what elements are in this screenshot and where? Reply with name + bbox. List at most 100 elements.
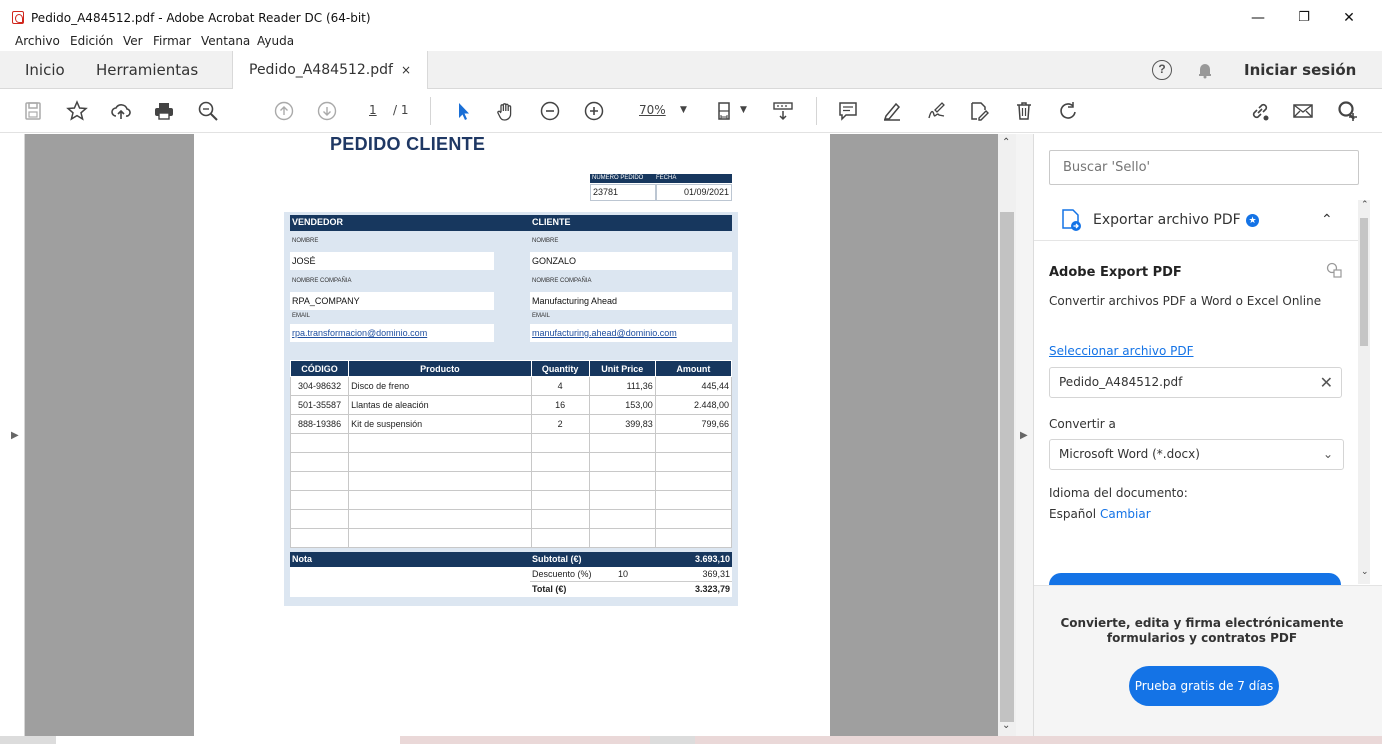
rotate-icon[interactable] xyxy=(1056,99,1080,123)
item-quantity: 2 xyxy=(530,414,590,434)
scroll-down-icon[interactable]: ⌄ xyxy=(1002,720,1010,731)
menu-ver[interactable]: Ver xyxy=(123,34,143,48)
page-up-icon[interactable] xyxy=(272,99,296,123)
add-user-icon[interactable] xyxy=(1335,99,1359,123)
format-select[interactable]: Microsoft Word (*.docx) ⌄ xyxy=(1049,439,1344,470)
menu-firmar[interactable]: Firmar xyxy=(153,34,191,48)
client-name-value: GONZALO xyxy=(530,252,732,270)
free-trial-button[interactable]: Prueba gratis de 7 días xyxy=(1129,666,1279,706)
fit-page-icon[interactable] xyxy=(715,99,739,123)
search-stamp-input[interactable] xyxy=(1049,150,1359,185)
menu-edicion[interactable]: Edición xyxy=(70,34,113,48)
item-amount xyxy=(654,490,733,510)
save-icon[interactable] xyxy=(21,99,45,123)
item-unit-price xyxy=(588,452,656,472)
select-pdf-link[interactable]: Seleccionar archivo PDF xyxy=(1049,344,1194,358)
rp-scroll-up-icon[interactable]: ⌃ xyxy=(1361,199,1369,210)
menu-ventana[interactable]: Ventana xyxy=(201,34,250,48)
scroll-mode-icon[interactable] xyxy=(771,99,795,123)
document-scrollbar[interactable]: ⌃ ⌄ xyxy=(998,134,1016,736)
comment-icon[interactable] xyxy=(836,99,860,123)
discount-label: Descuento (%) xyxy=(532,569,592,579)
client-email-link[interactable]: manufacturing.ahead@dominio.com xyxy=(530,324,732,342)
tab-inicio[interactable]: Inicio xyxy=(25,51,65,89)
fill-sign-icon[interactable] xyxy=(967,99,991,123)
scrollbar-thumb[interactable] xyxy=(1000,212,1014,722)
item-quantity xyxy=(530,452,590,472)
close-tab-icon[interactable]: × xyxy=(401,63,411,77)
collapse-chevron-icon[interactable]: ⌃ xyxy=(1321,211,1333,228)
rp-scroll-down-icon[interactable]: ⌄ xyxy=(1361,566,1369,577)
item-amount: 799,66 xyxy=(654,414,733,434)
item-quantity xyxy=(530,490,590,510)
change-language-link[interactable]: Cambiar xyxy=(1100,507,1151,521)
remove-file-icon[interactable]: ✕ xyxy=(1320,368,1333,397)
tab-document[interactable]: Pedido_A484512.pdf × xyxy=(232,51,429,90)
order-number-label: NÚMERO PEDIDO xyxy=(592,175,644,181)
left-panel-toggle-strip[interactable]: ▶ xyxy=(0,134,25,736)
subtotal-row: Subtotal (€) 3.693,10 xyxy=(530,552,732,567)
zoom-out-icon[interactable] xyxy=(538,99,562,123)
collapse-right-panel-icon[interactable]: ▶ xyxy=(1020,430,1028,441)
vendor-email-link[interactable]: rpa.transformacion@dominio.com xyxy=(290,324,494,342)
right-panel-scrollbar-thumb[interactable] xyxy=(1360,218,1368,346)
vendor-email-label: EMAIL xyxy=(292,313,311,319)
cloud-info-icon[interactable] xyxy=(1326,262,1342,283)
highlight-pen-icon[interactable] xyxy=(880,99,904,123)
expand-left-panel-icon[interactable]: ▶ xyxy=(11,430,19,441)
bookmark-star-icon[interactable] xyxy=(65,99,89,123)
minimize-button[interactable]: — xyxy=(1243,6,1273,30)
table-row xyxy=(289,452,733,472)
sign-icon[interactable] xyxy=(924,99,948,123)
subtotal-label: Subtotal (€) xyxy=(532,554,582,564)
convert-button-partial[interactable] xyxy=(1049,573,1341,585)
selected-file-field[interactable]: Pedido_A484512.pdf ✕ xyxy=(1049,367,1342,398)
item-unit-price xyxy=(588,490,656,510)
item-amount xyxy=(654,528,733,548)
close-button[interactable]: ✕ xyxy=(1334,6,1364,30)
items-table: CÓDIGO Producto Quantity Unit Price Amou… xyxy=(289,360,733,548)
delete-trash-icon[interactable] xyxy=(1012,99,1036,123)
signin-button[interactable]: Iniciar sesión xyxy=(1244,51,1356,89)
total-label: Total (€) xyxy=(532,584,567,594)
item-code xyxy=(289,528,350,548)
table-row: 888-19386 Kit de suspensión 2 399,83 799,66 xyxy=(289,414,733,434)
item-product xyxy=(348,433,532,453)
note-heading: Nota xyxy=(290,552,530,567)
item-quantity xyxy=(530,528,590,548)
client-name-label: NOMBRE xyxy=(532,238,559,244)
zoom-in-icon[interactable] xyxy=(582,99,606,123)
menu-ayuda[interactable]: Ayuda xyxy=(257,34,294,48)
zoom-level-select[interactable]: 70% xyxy=(639,103,666,117)
email-icon[interactable] xyxy=(1291,99,1315,123)
cloud-upload-icon[interactable] xyxy=(109,99,133,123)
fit-dropdown-icon[interactable]: ▼ xyxy=(740,105,747,115)
title-bar: Pedido_A484512.pdf - Adobe Acrobat Reade… xyxy=(0,0,1382,32)
tab-bar: Inicio Herramientas Pedido_A484512.pdf × … xyxy=(0,51,1382,90)
zoom-dropdown-icon[interactable]: ▼ xyxy=(680,105,687,115)
tab-document-label: Pedido_A484512.pdf xyxy=(249,62,393,78)
document-language-label: Idioma del documento: xyxy=(1049,486,1188,500)
item-unit-price xyxy=(588,528,656,548)
right-panel-toggle-strip[interactable]: ▶ xyxy=(1016,134,1034,736)
tab-herramientas[interactable]: Herramientas xyxy=(96,51,198,89)
order-number-value: 23781 xyxy=(590,184,656,201)
order-date-label: FECHA xyxy=(656,175,677,181)
client-email-label: EMAIL xyxy=(532,313,551,319)
help-icon[interactable]: ? xyxy=(1152,60,1172,80)
print-icon[interactable] xyxy=(152,99,176,123)
select-cursor-icon[interactable] xyxy=(451,99,475,123)
item-code xyxy=(289,433,350,453)
discount-value: 369,31 xyxy=(702,569,730,579)
menu-archivo[interactable]: Archivo xyxy=(15,34,60,48)
premium-star-icon: ★ xyxy=(1246,214,1259,227)
page-down-icon[interactable] xyxy=(315,99,339,123)
bell-icon[interactable] xyxy=(1196,61,1214,84)
hand-tool-icon[interactable] xyxy=(494,99,518,123)
zoom-search-icon[interactable] xyxy=(196,99,220,123)
share-link-icon[interactable] xyxy=(1248,99,1272,123)
scroll-up-icon[interactable]: ⌃ xyxy=(1002,137,1010,148)
right-panel-scrollbar[interactable] xyxy=(1358,200,1370,584)
restore-button[interactable]: ❐ xyxy=(1289,6,1319,30)
page-number-input[interactable]: 1 xyxy=(369,103,377,117)
